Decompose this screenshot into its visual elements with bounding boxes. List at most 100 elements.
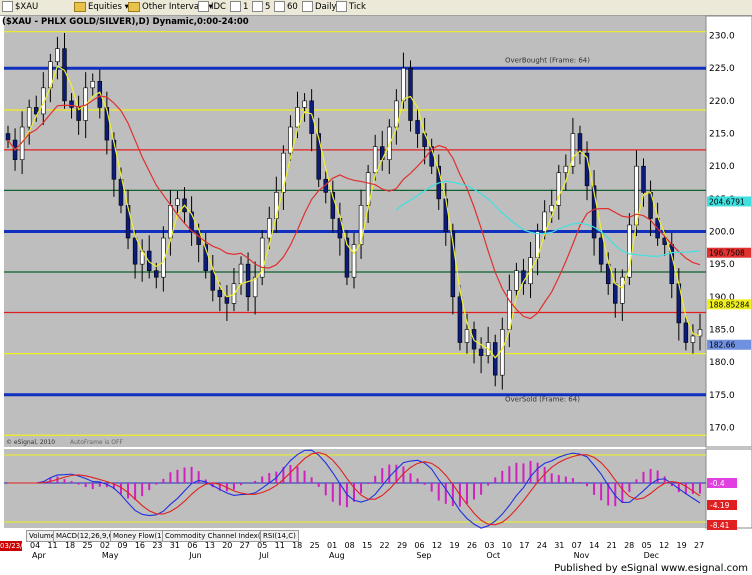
value-label: 188.85284 <box>709 300 750 309</box>
candle <box>245 263 251 298</box>
x-tick-label: 29 <box>396 541 408 550</box>
copyright-label: © eSignal, 2010 <box>6 439 55 446</box>
x-tick-label: 18 <box>64 541 76 550</box>
x-tick-label: 21 <box>606 541 617 550</box>
indicator-value-label: -4.19 <box>710 501 730 510</box>
x-tick-label: 06 <box>187 541 198 550</box>
x-tick-label: 25 <box>309 541 320 550</box>
x-month-label: Nov <box>573 551 590 560</box>
candle <box>500 329 505 376</box>
candle <box>267 218 272 239</box>
x-tick-label: 14 <box>589 541 600 550</box>
x-tick-label: 05 <box>257 541 268 550</box>
x-tick-label: 02 <box>99 541 111 550</box>
y-tick-label: 185.0 <box>709 325 735 335</box>
x-tick-label: 31 <box>554 541 565 550</box>
y-tick-label: 200.0 <box>709 228 735 238</box>
y-tick-label: 180.0 <box>709 358 735 368</box>
candle <box>492 342 498 376</box>
x-month-label: May <box>101 551 119 560</box>
x-tick-label: 16 <box>134 541 146 550</box>
x-month-label: Apr <box>32 551 46 560</box>
x-tick-label: 23 <box>152 541 163 550</box>
x-tick-label: 31 <box>169 541 180 550</box>
autoframe-label: AutoFrame is OFF <box>70 439 123 446</box>
x-tick-label: 28 <box>624 541 635 550</box>
candle <box>55 48 60 63</box>
candle <box>464 329 470 343</box>
indicator-axis <box>705 448 752 529</box>
candle <box>125 205 131 239</box>
y-tick-label: 215.0 <box>709 130 735 140</box>
oversold-label: OverSold (Frame: 64) <box>505 395 580 403</box>
x-tick-label: 07 <box>571 541 582 550</box>
candle <box>217 289 223 298</box>
indicator-tabs: Volume MACD(12,26,9,C) Money Flow(14) Co… <box>0 530 752 542</box>
price-chart[interactable]: 170.0175.0180.0185.0190.0195.0200.0205.0… <box>0 0 752 575</box>
y-tick-label: 210.0 <box>709 162 735 172</box>
candle <box>210 270 216 291</box>
x-month-label: Jul <box>259 551 269 560</box>
candle <box>563 165 569 174</box>
candle <box>175 198 180 206</box>
candle <box>613 283 618 304</box>
candle <box>598 237 604 265</box>
y-tick-label: 195.0 <box>709 260 735 270</box>
x-tick-label: 19 <box>676 541 687 550</box>
indicator-value-label: -0.4 <box>710 479 725 488</box>
x-tick-label: 15 <box>362 541 373 550</box>
x-month-label: Aug <box>329 551 345 560</box>
x-month-label: Dec <box>643 551 660 560</box>
x-tick-label: 10 <box>501 541 512 550</box>
x-tick-label: 17 <box>519 541 530 550</box>
x-month-label: Oct <box>486 551 501 560</box>
candle <box>302 100 307 108</box>
candle <box>620 276 625 304</box>
x-tick-label: 27 <box>239 541 250 550</box>
chart-title: ($XAU - PHLX GOLD/SILVER),D) Dynamic,0:0… <box>2 17 249 27</box>
footer-credit: Published by eSignal www.esignal.com <box>554 563 748 574</box>
y-tick-label: 225.0 <box>709 64 735 74</box>
candle <box>690 335 696 343</box>
candle <box>683 322 689 343</box>
x-tick-label: 25 <box>82 541 93 550</box>
x-tick-label: 08 <box>344 541 355 550</box>
candle <box>288 126 293 154</box>
x-tick-label: 11 <box>47 541 58 550</box>
candle <box>514 270 519 291</box>
candle <box>90 81 95 89</box>
x-tick-label: 26 <box>466 541 478 550</box>
x-tick-label: 03 <box>484 541 495 550</box>
value-label: 196.7508 <box>709 249 745 258</box>
x-tick-label: 13 <box>204 541 215 550</box>
x-tick-label: 09 <box>117 541 128 550</box>
x-tick-label: 24 <box>536 541 547 550</box>
candle <box>457 296 463 343</box>
x-tick-label: 20 <box>222 541 233 550</box>
x-tick-label: 12 <box>431 541 443 550</box>
x-month-label: Jun <box>189 551 202 560</box>
candle <box>372 146 378 174</box>
value-label: 204.6791 <box>709 197 745 206</box>
candle <box>132 237 138 265</box>
x-month-label: Sep <box>416 551 432 560</box>
overbought-label: OverBought (Frame: 64) <box>505 56 590 64</box>
candle <box>415 120 420 134</box>
x-tick-label: 06 <box>414 541 425 550</box>
x-tick-label: 11 <box>274 541 285 550</box>
candle <box>542 211 547 232</box>
current-date-box: 03/23/11 <box>0 541 32 551</box>
x-tick-label: 05 <box>641 541 652 550</box>
x-tick-label: 22 <box>379 541 390 550</box>
candle <box>154 270 159 278</box>
x-tick-label: 04 <box>30 541 41 550</box>
x-tick-label: 12 <box>659 541 670 550</box>
indicator-value-label: -8.41 <box>710 521 730 530</box>
y-tick-label: 175.0 <box>709 391 735 401</box>
y-tick-label: 230.0 <box>709 32 735 42</box>
value-label: 182.66 <box>709 341 735 350</box>
candle <box>478 348 484 356</box>
y-tick-label: 170.0 <box>709 423 735 433</box>
x-tick-label: 27 <box>694 541 705 550</box>
candle <box>238 263 244 285</box>
